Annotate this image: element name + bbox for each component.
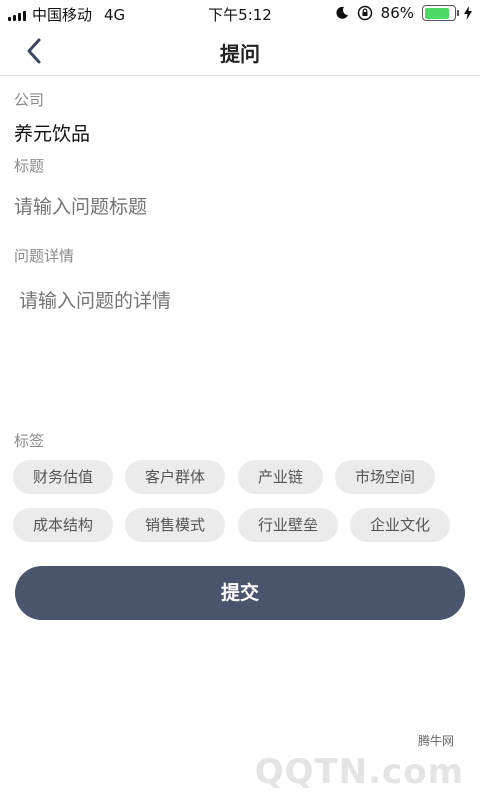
watermark-small-text: 腾牛网 (417, 734, 454, 748)
status-right: 86% (335, 4, 472, 22)
title-label: 标题 (14, 157, 45, 175)
tag-item[interactable]: 财务估值 (13, 460, 113, 494)
nav-bar: 提问 (0, 26, 480, 76)
rotation-lock-icon (357, 5, 372, 21)
company-value: 养元饮品 (14, 123, 91, 145)
tag-item[interactable]: 客户群体 (125, 460, 225, 494)
submit-button[interactable]: 提交 (15, 566, 465, 620)
tag-item[interactable]: 销售模式 (125, 508, 225, 542)
charging-icon (464, 6, 472, 20)
watermark: 腾牛网 QQTN.com (250, 730, 470, 792)
title-input[interactable] (14, 197, 464, 219)
tags-label: 标签 (14, 432, 45, 450)
page-title: 提问 (220, 42, 260, 66)
tag-item[interactable]: 产业链 (238, 460, 323, 494)
tag-item[interactable]: 行业壁垒 (238, 508, 338, 542)
tag-item[interactable]: 企业文化 (350, 508, 450, 542)
detail-textarea[interactable] (19, 286, 469, 406)
status-bar: 中国移动 4G 下午5:12 86% (0, 0, 480, 26)
watermark-logo-text: QQTN.com (254, 752, 464, 792)
tag-item[interactable]: 市场空间 (335, 460, 435, 494)
battery-icon (422, 5, 459, 21)
company-label: 公司 (14, 91, 45, 109)
tag-item[interactable]: 成本结构 (13, 508, 113, 542)
moon-icon (336, 6, 348, 19)
detail-label: 问题详情 (14, 247, 75, 265)
battery-percent: 86% (380, 4, 414, 22)
